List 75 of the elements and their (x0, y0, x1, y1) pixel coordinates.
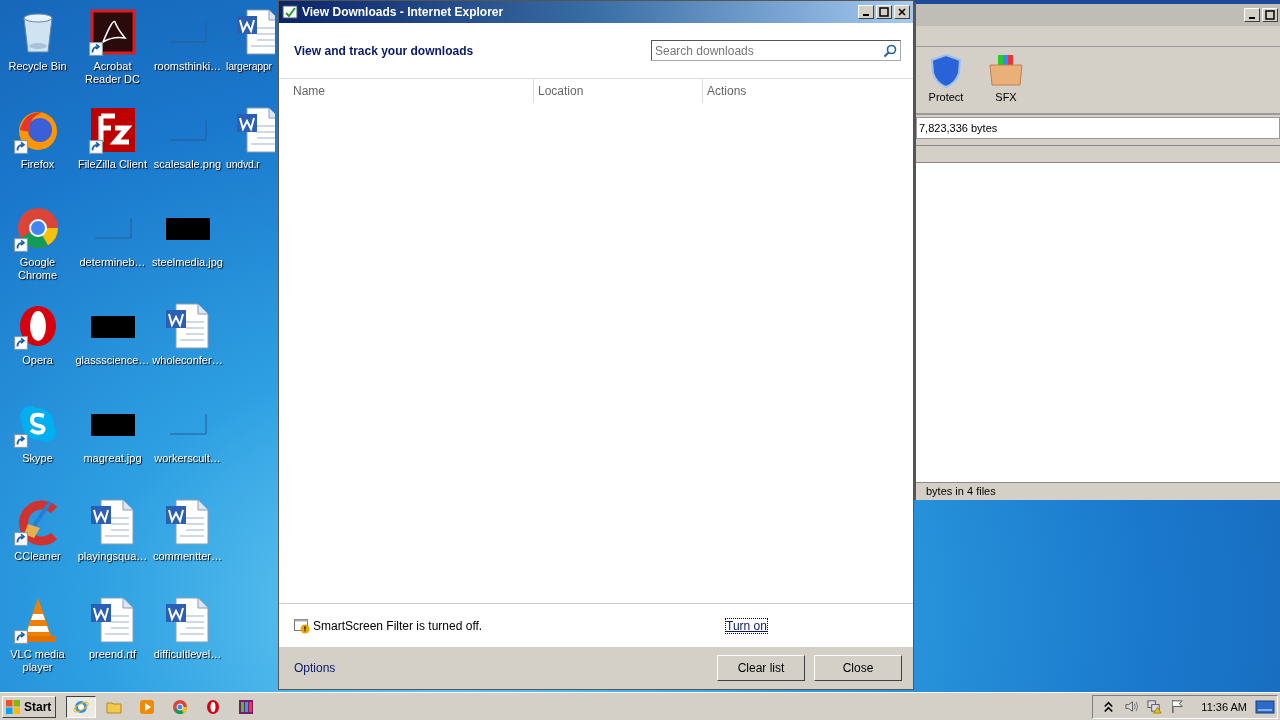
close-icon (897, 7, 907, 17)
toolbar-button[interactable]: Protect (924, 53, 968, 109)
document-icon (235, 8, 275, 56)
icon-label[interactable]: undvd.r (226, 158, 260, 171)
icon-label[interactable]: steelmedia.jpg (152, 256, 223, 269)
minimize-icon (863, 14, 869, 16)
column-header[interactable]: Name (279, 79, 533, 103)
icon-label[interactable]: determineb… (79, 256, 146, 269)
speaker-icon[interactable] (1124, 699, 1140, 714)
icon-label[interactable]: Skype (22, 452, 53, 465)
play-icon (139, 698, 156, 715)
icon-label[interactable]: glassscience… (75, 354, 150, 367)
icon-label[interactable]: VLC media player (0, 648, 75, 674)
address-field[interactable]: 7,823,336 bytes (916, 117, 1280, 139)
document-icon (88, 498, 137, 546)
icon-label[interactable]: largerappr (226, 60, 272, 73)
pdf-app-icon (88, 8, 137, 56)
icon-label[interactable]: Firefox (20, 158, 55, 171)
icon-label[interactable]: Opera (22, 354, 53, 367)
search-field[interactable]: Search downloads (651, 40, 901, 61)
download-window-icon (282, 4, 298, 20)
document-icon (163, 596, 212, 644)
minimize-button[interactable] (1244, 8, 1260, 22)
options-link[interactable]: Options (294, 661, 336, 675)
icon-label[interactable]: preend.rtf (88, 648, 137, 661)
globe-icon (73, 698, 90, 715)
tricolor-circle-icon (172, 698, 189, 715)
maximize-icon (1265, 10, 1275, 20)
show-desktop-icon[interactable] (1255, 698, 1275, 715)
dialog-heading: View and track your downloads (294, 43, 474, 58)
toolbar-button[interactable]: SFX (984, 53, 1028, 109)
column-header[interactable]: Actions (702, 79, 913, 103)
turn-on-link[interactable]: Turn on (726, 618, 767, 633)
icon-label[interactable]: FileZilla Client (77, 158, 148, 171)
window-title: View Downloads - Internet Explorer (302, 5, 505, 19)
close-button[interactable] (894, 5, 910, 19)
status-text: bytes in 4 files (926, 485, 996, 497)
clock[interactable]: 11:36 AM (1201, 700, 1247, 713)
app-tile-icon (88, 106, 137, 154)
icon-label[interactable]: wholeconfer… (152, 354, 223, 367)
column-header[interactable]: Location (533, 79, 702, 103)
icon-label[interactable]: Recycle Bin (8, 60, 67, 73)
flag-icon[interactable] (1170, 699, 1186, 714)
shield-icon (928, 53, 964, 89)
books-icon (238, 698, 255, 715)
dialog-button[interactable]: Clear list (717, 655, 805, 681)
document-icon (163, 498, 212, 546)
minimize-icon (1249, 17, 1255, 19)
icon-label[interactable]: difficultlevel… (153, 648, 222, 661)
taskbar-button[interactable] (66, 695, 97, 718)
smartscreen-message: SmartScreen Filter is turned off. (313, 618, 483, 633)
icon-label[interactable]: playingsqua… (77, 550, 148, 563)
box-icon (988, 53, 1024, 89)
network-icon[interactable] (1147, 699, 1163, 714)
document-icon (163, 302, 212, 350)
maximize-button[interactable] (1262, 8, 1278, 22)
icon-label[interactable]: Google Chrome (0, 256, 75, 282)
start-button[interactable]: Start (2, 695, 57, 718)
windows-flag-icon (5, 698, 21, 715)
icon-label[interactable]: Acrobat Reader DC (75, 60, 150, 86)
icon-label[interactable]: commentter… (152, 550, 223, 563)
document-icon (88, 596, 137, 644)
dialog-button[interactable]: Close (814, 655, 902, 681)
icon-label[interactable]: roomsthinki… (153, 60, 222, 73)
maximize-icon (879, 7, 889, 17)
minimize-button[interactable] (858, 5, 874, 19)
icon-label[interactable]: magreat.jpg (83, 452, 142, 465)
maximize-button[interactable] (876, 5, 892, 19)
ring-icon (205, 698, 222, 715)
warning-icon (294, 617, 310, 634)
icon-label[interactable]: workerscult… (154, 452, 221, 465)
icon-label[interactable]: CCleaner (14, 550, 61, 563)
search-icon (883, 44, 897, 58)
icon-label[interactable]: scalesale.png (153, 158, 222, 171)
document-icon (235, 106, 275, 154)
